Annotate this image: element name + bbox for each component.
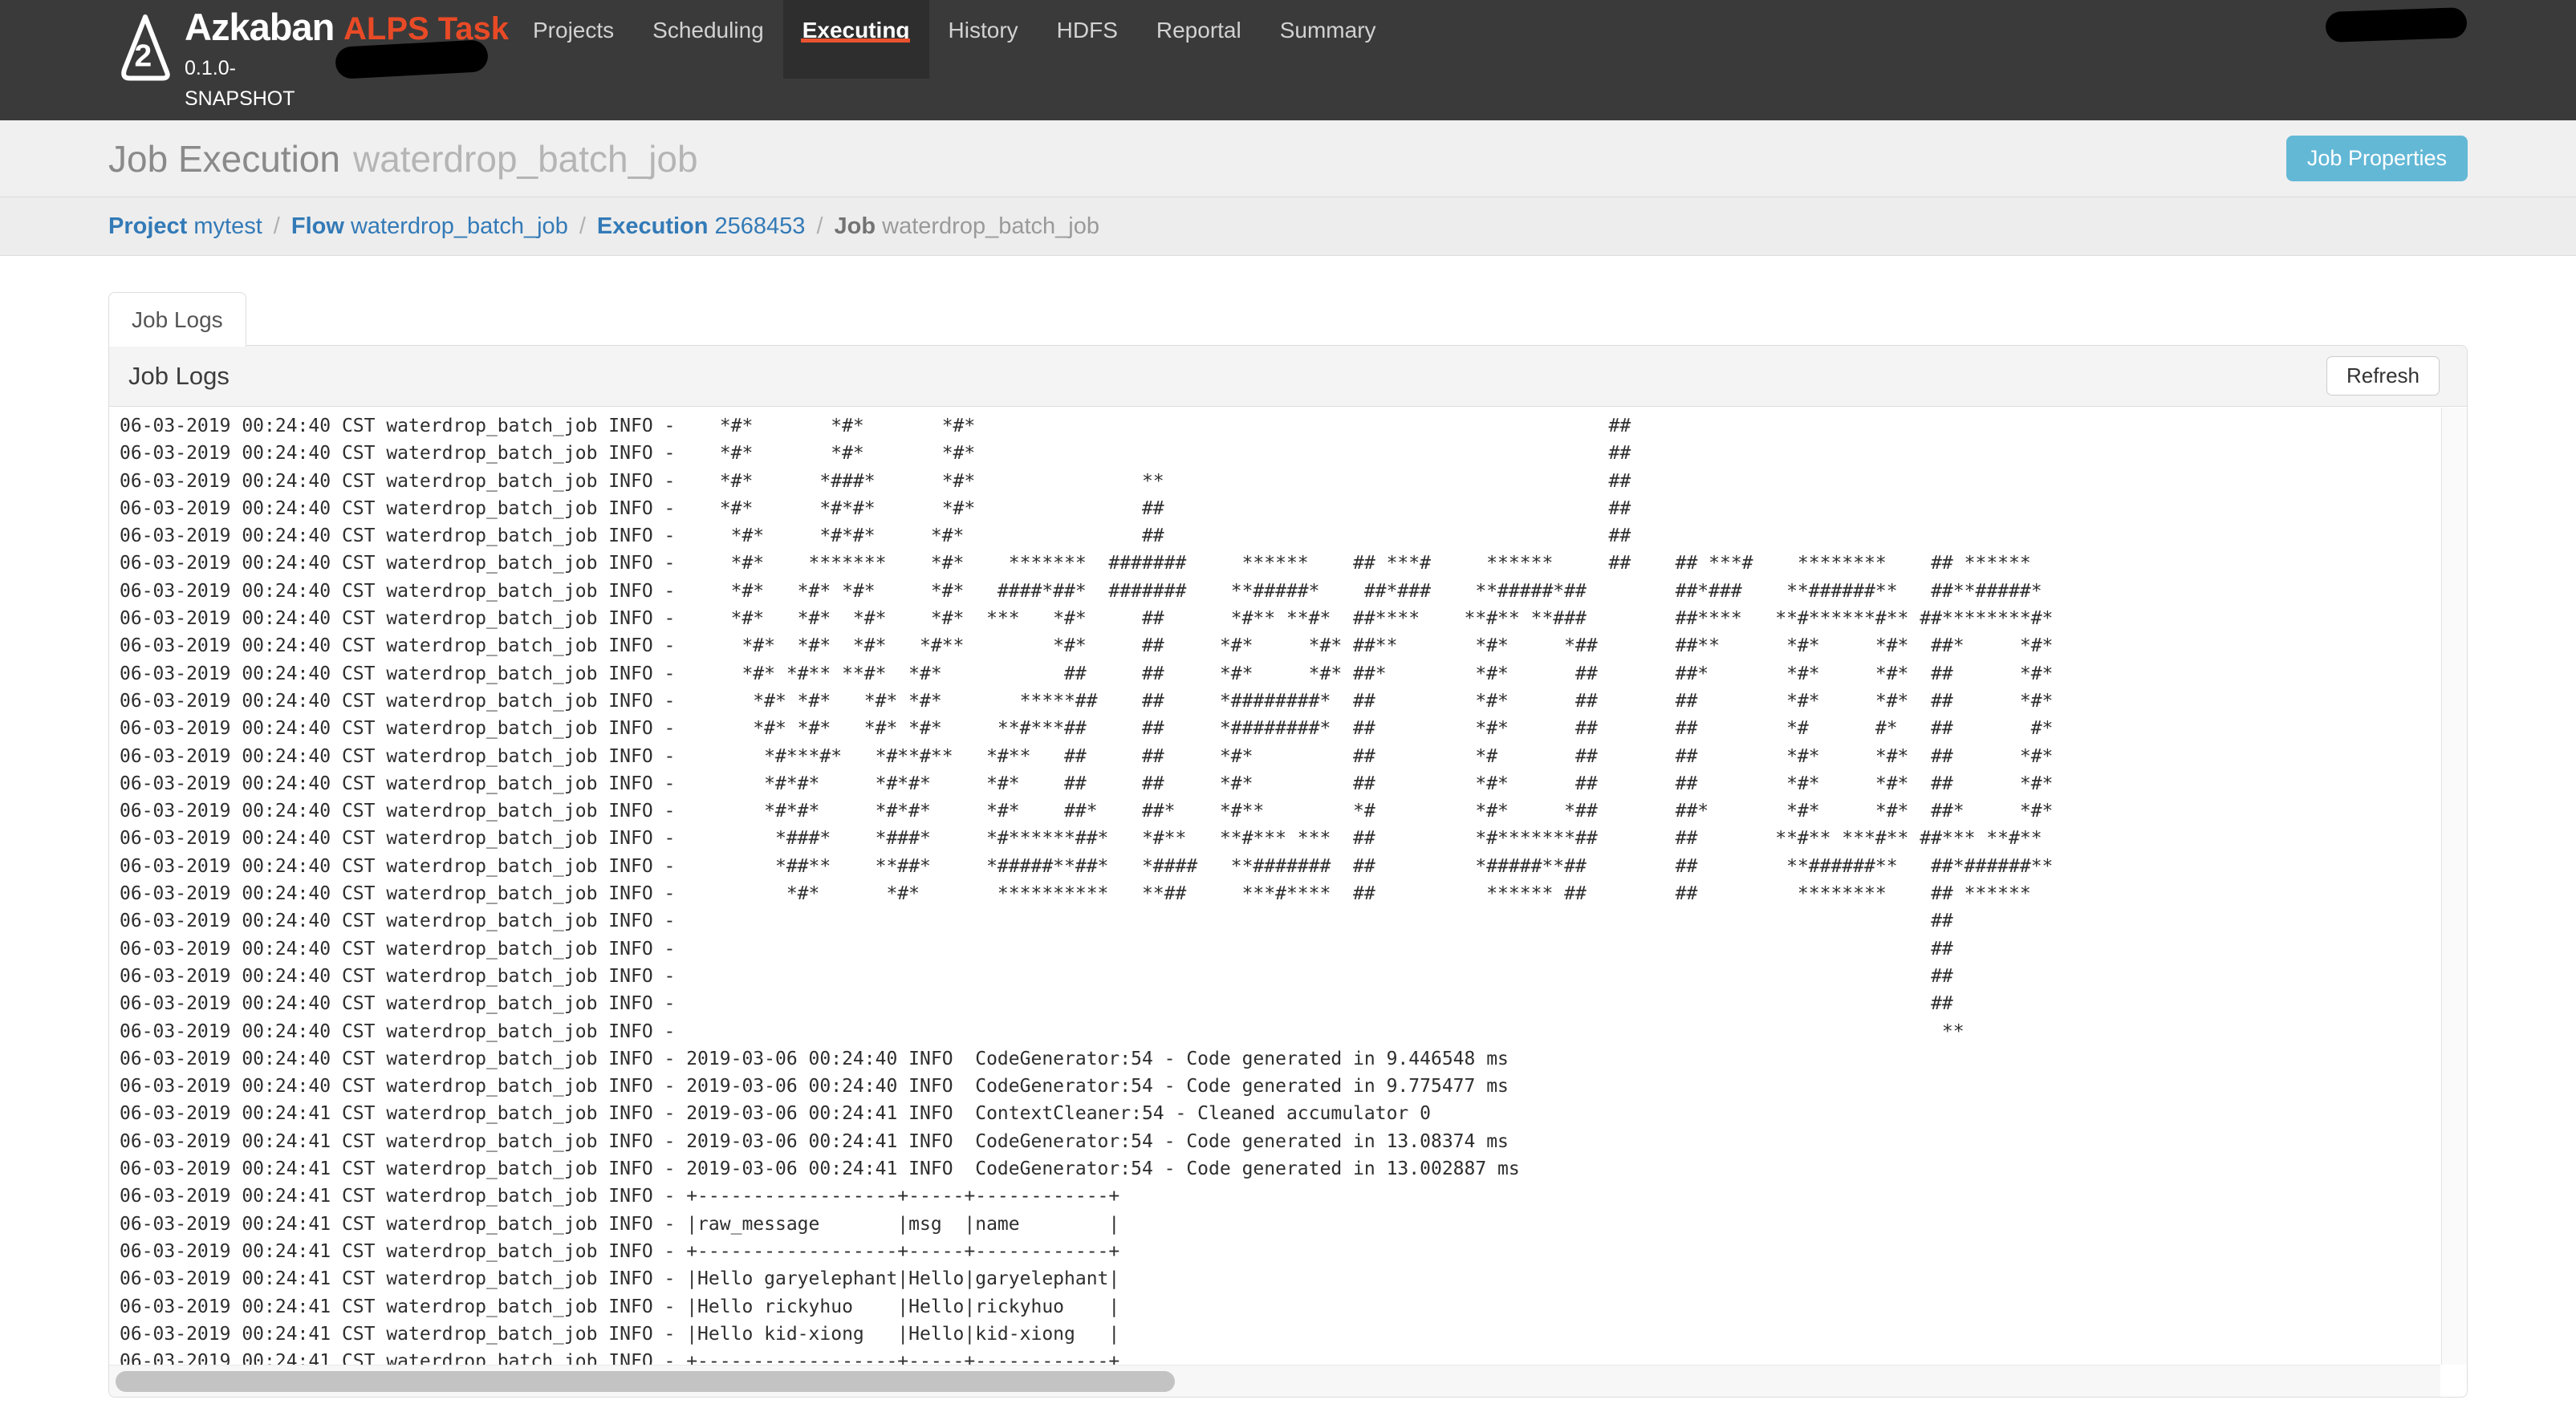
redaction-blob-brand [335,39,489,79]
horizontal-scrollbar-thumb[interactable] [116,1371,1175,1392]
navbar: 2 Azkaban ALPS Task 0.1.0- SNAPSHOT Proj… [0,0,2576,120]
page-subtitle: waterdrop_batch_job [353,137,698,181]
tab-job-logs[interactable]: Job Logs [108,292,246,347]
nav-item-reportal[interactable]: Reportal [1137,0,1261,79]
horizontal-scrollbar[interactable] [109,1365,2440,1397]
nav-item-hdfs[interactable]: HDFS [1038,0,1137,79]
panel-title: Job Logs [128,362,230,391]
vertical-scrollbar-gutter[interactable] [2441,408,2467,1365]
page-title: Job Execution [108,137,340,181]
refresh-button[interactable]: Refresh [2326,356,2440,396]
breadcrumb: Project mytest/Flow waterdrop_batch_job/… [0,197,2576,256]
breadcrumb-project[interactable]: Project mytest [108,213,262,240]
log-content[interactable]: 06-03-2019 00:24:40 CST waterdrop_batch_… [109,408,2440,1365]
nav-item-summary[interactable]: Summary [1261,0,1396,79]
log-viewport: 06-03-2019 00:24:40 CST waterdrop_batch_… [109,408,2467,1397]
nav-item-executing[interactable]: Executing [783,0,929,79]
nav-items: ProjectsSchedulingExecutingHistoryHDFSRe… [514,0,1396,79]
nav-item-scheduling[interactable]: Scheduling [633,0,783,79]
breadcrumb-separator: / [568,213,597,240]
breadcrumb-flow[interactable]: Flow waterdrop_batch_job [291,213,568,240]
panel-header: Job Logs Refresh [109,346,2467,407]
brand-version: 0.1.0- SNAPSHOT [185,53,295,114]
nav-item-projects[interactable]: Projects [514,0,633,79]
brand-version-line2: SNAPSHOT [185,83,295,114]
azkaban-logo[interactable]: 2 [119,11,172,85]
svg-text:2: 2 [135,39,152,74]
redaction-blob-user [2325,7,2467,43]
job-properties-button[interactable]: Job Properties [2286,136,2468,181]
job-logs-panel: Job Logs Refresh 06-03-2019 00:24:40 CST… [108,345,2468,1398]
content-area: Job Logs Job Logs Refresh 06-03-2019 00:… [0,256,2576,1412]
brand-title: Azkaban [185,5,334,49]
brand-version-line1: 0.1.0- [185,53,295,83]
page-header: Job Execution waterdrop_batch_job Job Pr… [0,120,2576,197]
breadcrumb-separator: / [805,213,834,240]
breadcrumb-job: Job waterdrop_batch_job [835,213,1099,240]
breadcrumb-separator: / [262,213,291,240]
nav-item-history[interactable]: History [929,0,1038,79]
breadcrumb-execution[interactable]: Execution 2568453 [597,213,806,240]
